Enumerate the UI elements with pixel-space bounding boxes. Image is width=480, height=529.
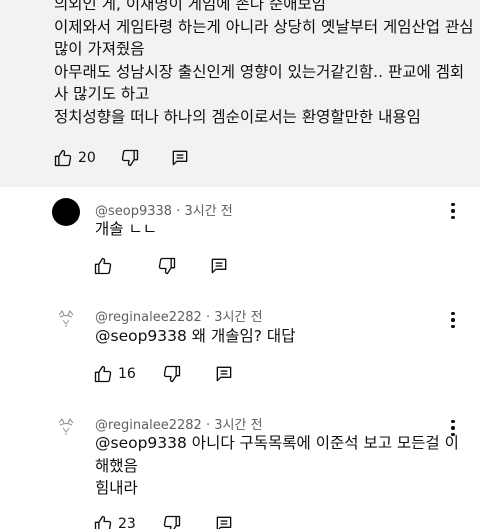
thumbs-up-icon <box>93 364 113 384</box>
avatar[interactable] <box>52 305 80 333</box>
timestamp[interactable]: 3시간 전 <box>214 310 262 325</box>
comment-actions: 20 <box>53 146 190 170</box>
comment-meta: @seop9338 · 3시간 전 <box>95 200 233 219</box>
avatar[interactable] <box>52 198 80 226</box>
author-name[interactable]: @reginalee2282 <box>95 310 202 325</box>
more-vertical-icon[interactable] <box>446 201 460 221</box>
like-button[interactable]: 23 <box>93 512 136 529</box>
thumbs-up-icon <box>53 148 73 168</box>
timestamp[interactable]: 3시간 전 <box>184 204 232 219</box>
reply-icon <box>214 364 234 384</box>
comment-text: @seop9338 왜 개솔임? 대답 <box>95 325 455 348</box>
comment-actions: 16 <box>93 362 234 386</box>
reply-button[interactable] <box>214 512 234 529</box>
meta-separator: · <box>205 310 211 325</box>
comment-line: @seop9338 왜 개솔임? 대답 <box>95 327 296 345</box>
thumbs-down-icon <box>162 514 182 529</box>
like-button[interactable] <box>93 254 118 278</box>
like-count: 16 <box>118 366 136 382</box>
comment-text: 의외인 게, 이재명이 게임에 존나 순애보임 이제와서 게임타령 하는게 아니… <box>54 0 474 128</box>
comment-line: 사 많기도 하고 <box>54 85 150 103</box>
comment-line: 많이 가져줬음 <box>54 40 145 58</box>
reply-icon <box>170 148 190 168</box>
reply-icon <box>214 514 234 529</box>
more-vertical-icon[interactable] <box>446 310 460 330</box>
thumbs-down-icon <box>120 148 140 168</box>
comment-line: 의외인 게, 이재명이 게임에 존나 순애보임 <box>54 0 326 13</box>
cat-face-icon <box>58 418 74 435</box>
comment-meta: @reginalee2282 · 3시간 전 <box>95 306 263 325</box>
reply-button[interactable] <box>170 146 190 170</box>
comment-line: @seop9338 아니다 구독목록에 이준석 보고 모든걸 이 <box>95 434 459 452</box>
reply-icon <box>209 256 229 276</box>
author-name[interactable]: @reginalee2282 <box>95 418 202 433</box>
like-count: 23 <box>118 516 136 529</box>
comment-line: 개솔 ㄴㄴ <box>95 220 157 238</box>
timestamp[interactable]: 3시간 전 <box>214 418 262 433</box>
avatar[interactable] <box>52 413 80 441</box>
reply-button[interactable] <box>209 254 229 278</box>
meta-separator: · <box>205 418 211 433</box>
like-button[interactable]: 16 <box>93 362 136 386</box>
comment-text: 개솔 ㄴㄴ <box>95 218 455 241</box>
comment-line: 정치성향을 떠나 하나의 겜순이로서는 환영할만한 내용임 <box>54 107 421 126</box>
thumbs-down-icon <box>162 364 182 384</box>
comment-actions <box>93 254 229 278</box>
comment-actions: 23 <box>93 512 234 529</box>
dislike-button[interactable] <box>162 362 182 386</box>
comment-line: 이제와서 게임타령 하는게 아니라 상당히 옛날부터 게임산업 관심 <box>54 17 474 36</box>
highlighted-comment: 의외인 게, 이재명이 게임에 존나 순애보임 이제와서 게임타령 하는게 아니… <box>0 0 480 187</box>
reply-button[interactable] <box>214 362 234 386</box>
comment-meta: @reginalee2282 · 3시간 전 <box>95 414 263 433</box>
comment-line: 힘내라 <box>95 479 138 497</box>
comment-text: @seop9338 아니다 구독목록에 이준석 보고 모든걸 이 해했음 힘내라 <box>95 432 459 500</box>
comment-line: 아무래도 성남시장 출신인게 영향이 있는거같긴함.. 판교에 겜회 <box>54 62 465 81</box>
author-name[interactable]: @seop9338 <box>95 204 172 219</box>
more-vertical-icon[interactable] <box>446 418 460 438</box>
dislike-button[interactable] <box>162 512 182 529</box>
like-button[interactable]: 20 <box>53 146 96 170</box>
thumbs-up-icon <box>93 514 113 529</box>
cat-face-icon <box>58 310 74 327</box>
comment-line: 해했음 <box>95 456 138 475</box>
dislike-button[interactable] <box>120 146 140 170</box>
meta-separator: · <box>176 204 181 219</box>
like-count: 20 <box>78 150 96 166</box>
thumbs-up-icon <box>93 256 113 276</box>
thumbs-down-icon <box>157 256 177 276</box>
dislike-button[interactable] <box>157 254 177 278</box>
